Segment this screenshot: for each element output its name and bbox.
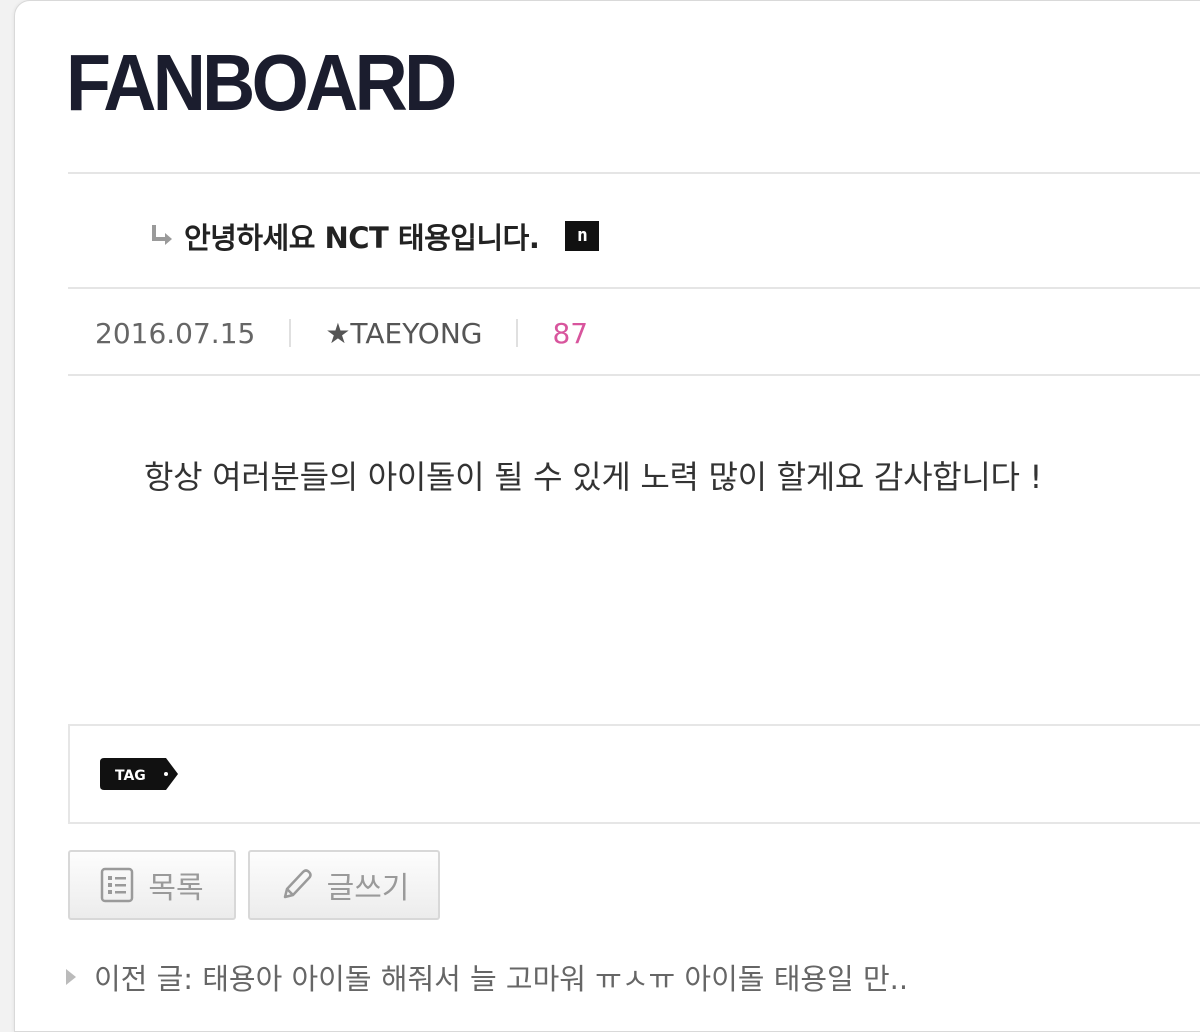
board-logo: FANBOARD (66, 38, 457, 127)
post-title-row: 안녕하세요 NCT 태용입니다. n (148, 214, 600, 258)
prev-post-label: 이전 글: 태용아 아이돌 해줘서 늘 고마워 ㅠㅅㅠ 아이돌 태용일 만.. (94, 962, 909, 996)
post-body: 항상 여러분들의 아이돌이 될 수 있게 노력 많이 할게요 감사합니다 ! (144, 458, 1043, 496)
write-button-label: 글쓰기 (326, 871, 410, 906)
prev-post-link[interactable]: 이전 글: 태용아 아이돌 해줘서 늘 고마워 ㅠㅅㅠ 아이돌 태용일 만.. (66, 955, 908, 999)
post-date: 2016.07.15 (95, 316, 256, 350)
reply-arrow-icon (152, 225, 172, 245)
tag-label: TAG (115, 768, 146, 784)
divider (68, 287, 1200, 289)
view-count: 87 (552, 316, 589, 350)
list-icon (101, 867, 134, 903)
meta-separator (289, 319, 292, 347)
meta-separator (516, 319, 519, 347)
post-meta: 2016.07.15 ★TAEYONG 87 (95, 312, 588, 354)
tag-section: TAG (68, 724, 1200, 824)
list-button[interactable]: 목록 (68, 850, 236, 920)
list-button-label: 목록 (148, 871, 204, 906)
tag-label-icon: TAG (100, 758, 178, 790)
post-author[interactable]: ★TAEYONG (325, 317, 482, 350)
write-button[interactable]: 글쓰기 (248, 850, 440, 920)
divider (68, 374, 1200, 376)
post-title: 안녕하세요 NCT 태용입니다. (184, 221, 540, 255)
triangle-right-icon (66, 969, 76, 985)
pencil-icon (283, 869, 312, 899)
new-badge: n (565, 221, 600, 251)
divider (68, 172, 1200, 174)
